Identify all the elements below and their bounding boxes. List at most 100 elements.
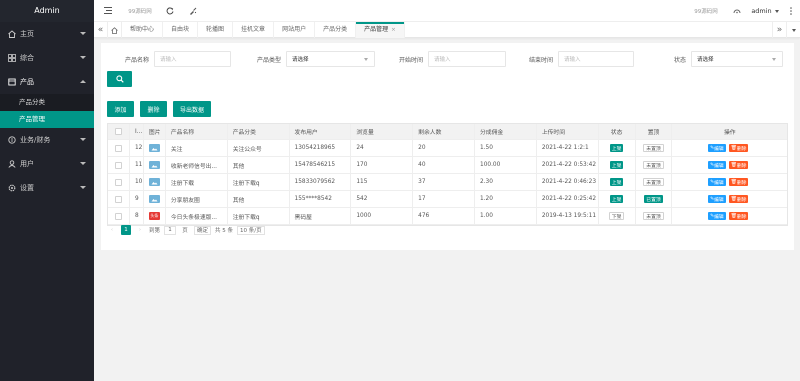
cell-category: 其他: [228, 157, 290, 173]
next-page-icon[interactable]: ›: [135, 225, 145, 235]
status-badge[interactable]: 下架: [608, 212, 625, 220]
image-placeholder: [148, 178, 160, 186]
tab-1[interactable]: 自由块: [163, 22, 199, 38]
row-delete-button[interactable]: 🗑 删除: [728, 144, 749, 152]
status-select[interactable]: 请选择: [691, 51, 783, 67]
more-icon[interactable]: [782, 0, 800, 22]
edit-button[interactable]: ✎ 编辑: [708, 161, 726, 169]
right-site-link[interactable]: 99源码网: [686, 0, 726, 22]
content-card: 产品名称 请输入 产品类型 请选择 开始时间 请输入 结束时间 请输入 状态 请…: [101, 43, 794, 250]
filter-status-label: 状态: [673, 56, 686, 64]
column-header: 产品名称: [166, 124, 228, 139]
filter-status: 状态 请选择: [653, 51, 783, 67]
pin-toggle[interactable]: 未置顶: [643, 144, 664, 152]
row-checkbox[interactable]: [108, 157, 130, 173]
tabs-scroll-left-icon[interactable]: «: [94, 22, 108, 38]
per-page-select[interactable]: 10 条/页: [237, 225, 265, 235]
tab-6[interactable]: 产品管理 ×: [356, 22, 405, 38]
filter-type: 产品类型 请选择: [241, 51, 375, 67]
add-button[interactable]: 添加: [107, 101, 134, 117]
sidebar-subitem-0[interactable]: 产品分类: [0, 94, 94, 111]
cell-time: 2021-4-22 0:25:42: [537, 191, 599, 207]
row-checkbox[interactable]: [108, 174, 130, 190]
column-header: I...: [130, 124, 144, 139]
chevron-down-icon: [772, 58, 776, 61]
pin-toggle[interactable]: 已置顶: [644, 195, 663, 203]
row-delete-button[interactable]: 🗑 删除: [728, 195, 749, 203]
status-badge[interactable]: 上架: [609, 144, 624, 152]
tabs-scroll-right-icon[interactable]: »: [772, 22, 786, 38]
refresh-icon[interactable]: [158, 0, 182, 22]
row-delete-button[interactable]: 🗑 删除: [728, 161, 749, 169]
tabs-menu-icon[interactable]: [786, 22, 800, 38]
sidebar-item-2[interactable]: 产品: [0, 70, 94, 94]
tab-2[interactable]: 轮播图: [198, 22, 234, 38]
home-tab-icon[interactable]: [108, 22, 122, 38]
edit-button[interactable]: ✎ 编辑: [708, 195, 726, 203]
cell-id: 12: [130, 140, 144, 156]
select-all-checkbox[interactable]: [108, 124, 130, 139]
site-link[interactable]: 99源码网: [122, 0, 158, 22]
pin-toggle[interactable]: 未置顶: [643, 212, 664, 220]
sidebar-item-4[interactable]: 用户: [0, 152, 94, 176]
sidebar-item-3[interactable]: 业务/财务: [0, 128, 94, 152]
close-icon[interactable]: ×: [391, 27, 396, 33]
table-header: I... 图片 产品名称 产品分类 发布用户 浏览量 剩余人数 分成佣金 上传时间 状态 置顶 操作: [108, 124, 787, 140]
search-button[interactable]: [107, 71, 132, 87]
edit-button[interactable]: ✎ 编辑: [708, 212, 726, 220]
tab-label: 轮播图: [206, 26, 225, 33]
tab-3[interactable]: 挂机文章: [233, 22, 275, 38]
pin-toggle[interactable]: 未置顶: [643, 161, 664, 169]
cell-user: 黑码屋: [290, 208, 352, 224]
clear-cache-icon[interactable]: [182, 0, 204, 22]
image-placeholder: [148, 144, 160, 152]
table-row: 9 分享朋友圈 其他 155****8542 542 17 1.20 2021-4-22 0:…: [108, 191, 787, 208]
image-placeholder: [148, 161, 160, 169]
status-cell: 上架: [599, 140, 636, 156]
tab-0[interactable]: 帮助中心: [122, 22, 164, 38]
theme-icon[interactable]: [726, 0, 748, 22]
product-type-select[interactable]: 请选择: [286, 51, 375, 67]
row-checkbox[interactable]: [108, 140, 130, 156]
user-menu[interactable]: admin: [748, 0, 782, 22]
start-time-input[interactable]: 请输入: [428, 51, 506, 67]
cell-category: 注册下载q: [228, 174, 290, 190]
column-header: 浏览量: [351, 124, 414, 139]
product-thumbnail: [144, 174, 166, 190]
prev-page-icon[interactable]: ‹: [107, 225, 117, 235]
cell-user: 15833079562: [290, 174, 352, 190]
pin-toggle[interactable]: 未置顶: [643, 178, 664, 186]
actions-cell: ✎ 编辑 🗑 删除: [672, 157, 787, 173]
tab-4[interactable]: 网站用户: [274, 22, 316, 38]
cell-views: 170: [351, 157, 414, 173]
sidebar: Admin 主页 综合 产品 产品分类 产品管理 业务/财务 用户 设置: [0, 0, 94, 381]
end-time-input[interactable]: 请输入: [558, 51, 634, 67]
export-button[interactable]: 导出数据: [173, 101, 211, 117]
page-current[interactable]: 1: [121, 225, 131, 235]
row-delete-button[interactable]: 🗑 删除: [728, 178, 749, 186]
product-icon: [7, 78, 16, 87]
row-delete-button[interactable]: 🗑 删除: [728, 212, 749, 220]
row-checkbox[interactable]: [108, 208, 130, 224]
cell-remain: 37: [413, 174, 475, 190]
page-input[interactable]: 1: [164, 225, 177, 235]
delete-button[interactable]: 删除: [140, 101, 167, 117]
table-row: 11 收新老师信号出... 其他 15478546215 170 40 100.00 2021…: [108, 157, 787, 174]
sidebar-subitem-1[interactable]: 产品管理: [0, 111, 94, 128]
status-badge[interactable]: 上架: [609, 195, 624, 203]
status-badge[interactable]: 上架: [609, 161, 624, 169]
menu-toggle-icon[interactable]: [94, 0, 122, 22]
sidebar-item-5[interactable]: 设置: [0, 176, 94, 200]
sidebar-item-0[interactable]: 主页: [0, 22, 94, 46]
sidebar-item-1[interactable]: 综合: [0, 46, 94, 70]
cell-commission: 1.50: [475, 140, 537, 156]
confirm-button[interactable]: 确定: [194, 225, 212, 235]
row-checkbox[interactable]: [108, 191, 130, 207]
product-name-input[interactable]: 请输入: [154, 51, 231, 67]
tab-5[interactable]: 产品分类: [315, 22, 357, 38]
status-badge[interactable]: 上架: [609, 178, 624, 186]
edit-button[interactable]: ✎ 编辑: [708, 144, 726, 152]
actions-cell: ✎ 编辑 🗑 删除: [672, 191, 787, 207]
edit-button[interactable]: ✎ 编辑: [708, 178, 726, 186]
chevron-down-icon: [80, 138, 86, 141]
